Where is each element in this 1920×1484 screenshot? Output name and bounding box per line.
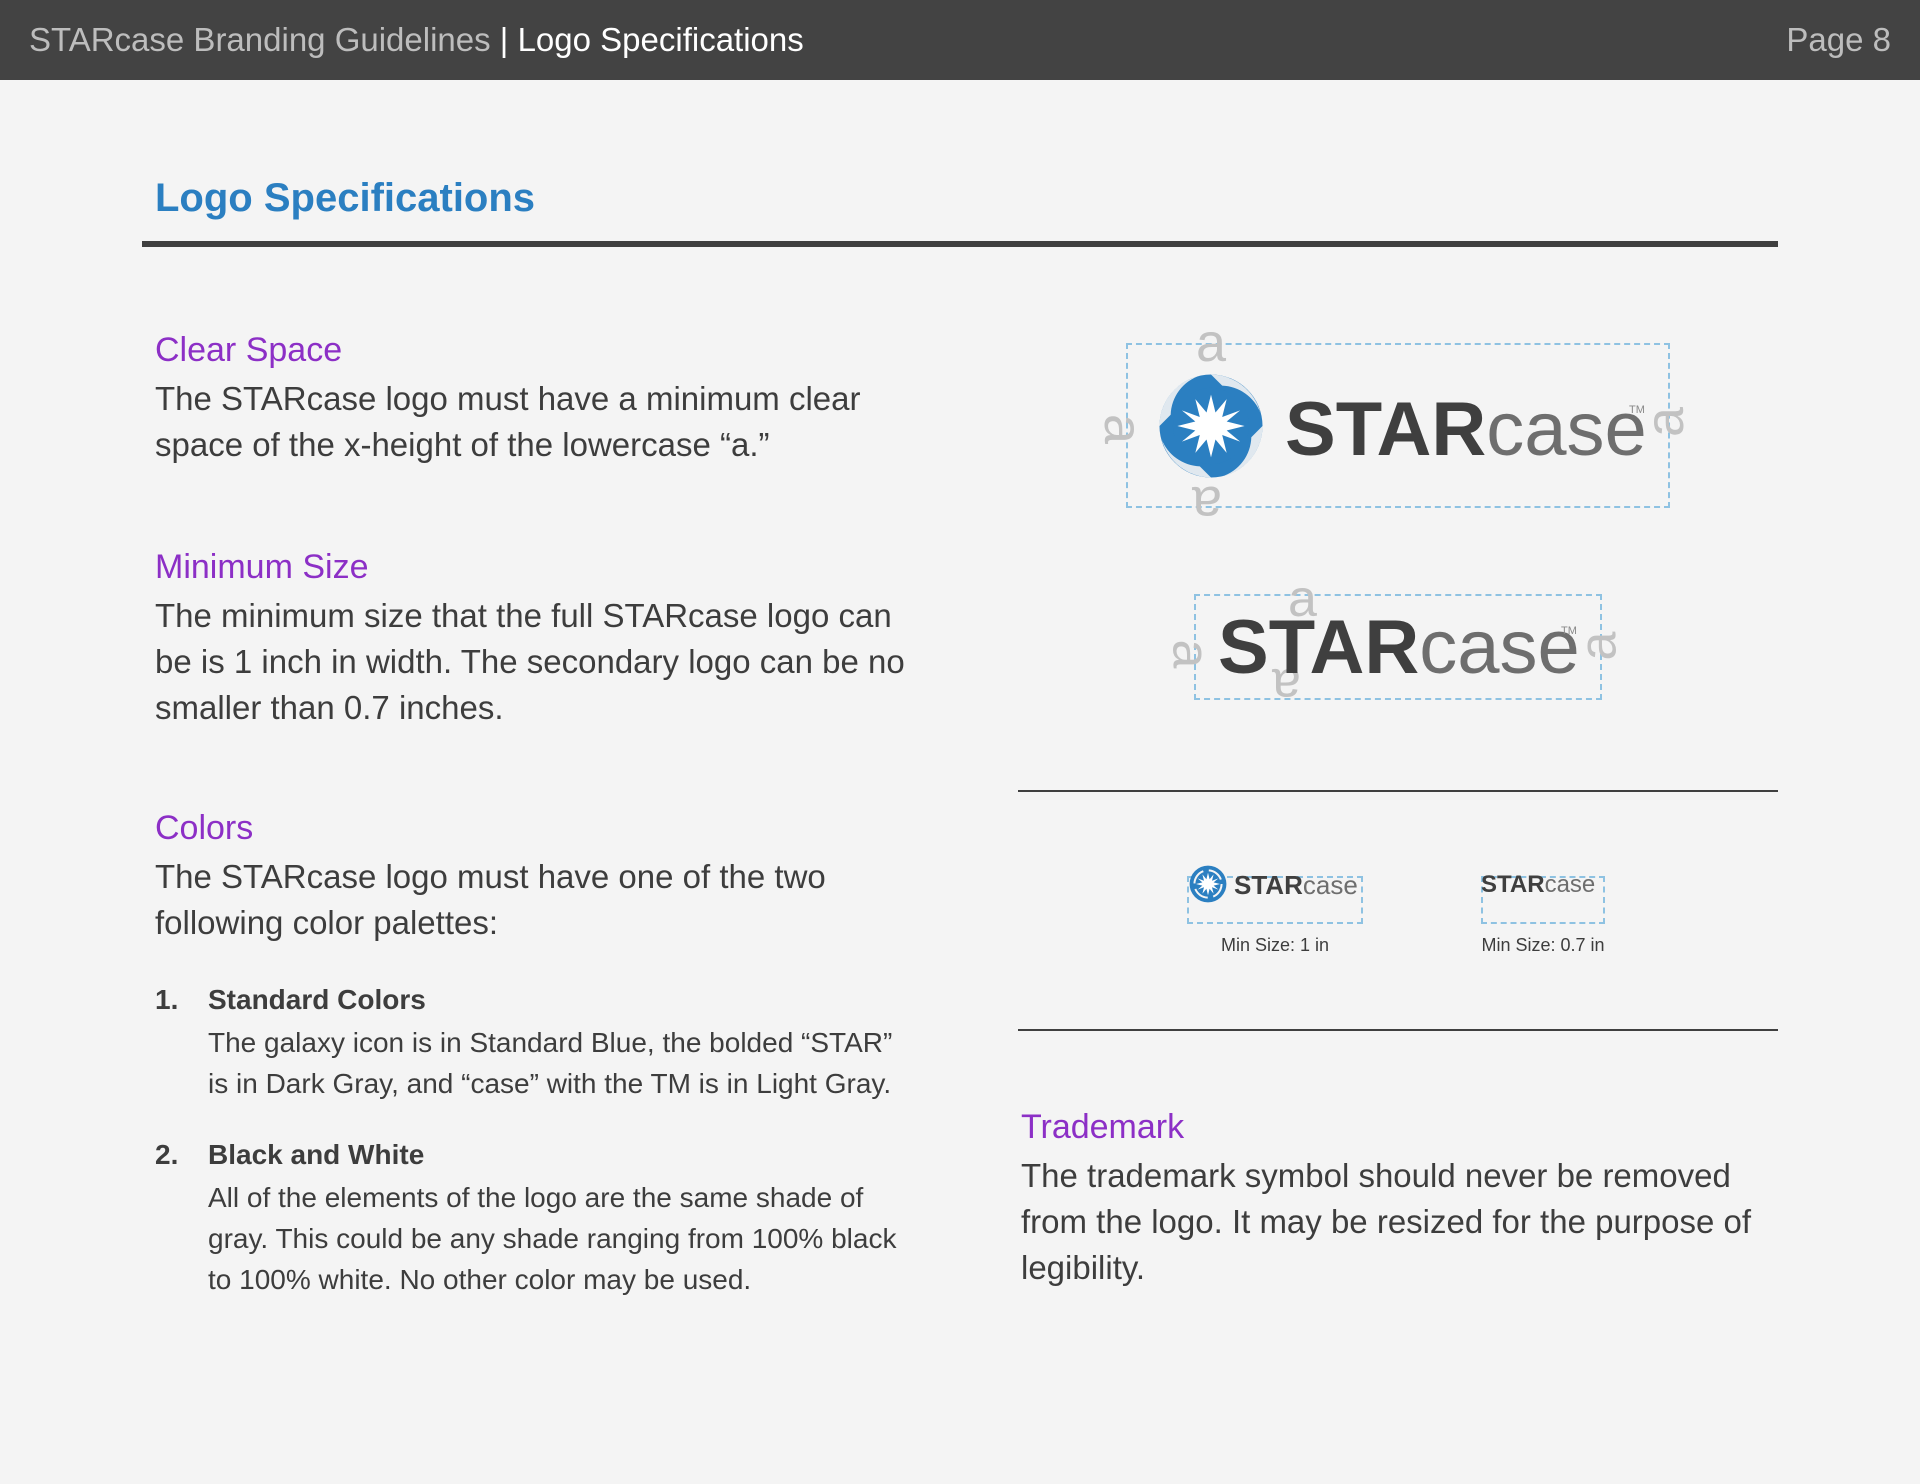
trademark-heading: Trademark — [1021, 1108, 1185, 1146]
list-item-text: All of the elements of the logo are the … — [208, 1182, 897, 1295]
minimum-size-text: The minimum size that the full STARcase … — [155, 597, 905, 726]
list-item-number: 1. — [155, 984, 179, 1015]
minimum-size-heading: Minimum Size — [155, 548, 369, 586]
title-divider — [142, 241, 1778, 247]
clearspace-marker: a — [1093, 413, 1154, 445]
breadcrumb: STARcase Branding Guidelines | Logo Spec… — [29, 20, 804, 60]
secondary-logo-wordmark: STARcase — [1218, 605, 1580, 690]
clear-space-heading: Clear Space — [155, 331, 343, 369]
secondary-logo-wordmark: STARcase — [1481, 871, 1596, 898]
list-item-text: The galaxy icon is in Standard Blue, the… — [208, 1027, 893, 1099]
galaxy-icon — [1189, 865, 1227, 903]
trademark-symbol: TM — [1561, 625, 1577, 637]
trademark-symbol: TM — [1629, 404, 1645, 416]
list-item-number: 2. — [155, 1139, 179, 1170]
header-bar: STARcase Branding Guidelines | Logo Spec… — [0, 0, 1920, 80]
section-divider — [1018, 1029, 1778, 1031]
clearspace-marker: a — [1161, 639, 1220, 669]
page-number: Page 8 — [1786, 21, 1891, 58]
colors-heading: Colors — [155, 809, 254, 847]
trademark-text: The trademark symbol should never be rem… — [1021, 1157, 1752, 1286]
colors-text: The STARcase logo must have one of the t… — [155, 858, 826, 941]
clearspace-marker: a — [1569, 631, 1628, 661]
page-title: Logo Specifications — [155, 176, 536, 220]
clearspace-marker: a — [1192, 475, 1223, 535]
galaxy-icon — [1159, 374, 1263, 478]
section-title: Logo Specifications — [517, 21, 804, 58]
logo-wordmark: STARcase — [1234, 870, 1358, 900]
min-size-label: Min Size: 0.7 in — [1481, 935, 1605, 955]
breadcrumb-separator: | — [490, 21, 518, 58]
section-divider — [1018, 790, 1778, 792]
clear-space-text: The STARcase logo must have a minimum cl… — [155, 380, 861, 463]
list-item-title: Black and White — [208, 1139, 425, 1170]
doc-title: STARcase Branding Guidelines — [29, 21, 491, 58]
clearspace-marker: a — [1196, 313, 1227, 373]
min-size-label: Min Size: 1 in — [1220, 935, 1330, 955]
list-item-title: Standard Colors — [208, 984, 426, 1015]
logo-wordmark: STARcase — [1285, 387, 1647, 472]
